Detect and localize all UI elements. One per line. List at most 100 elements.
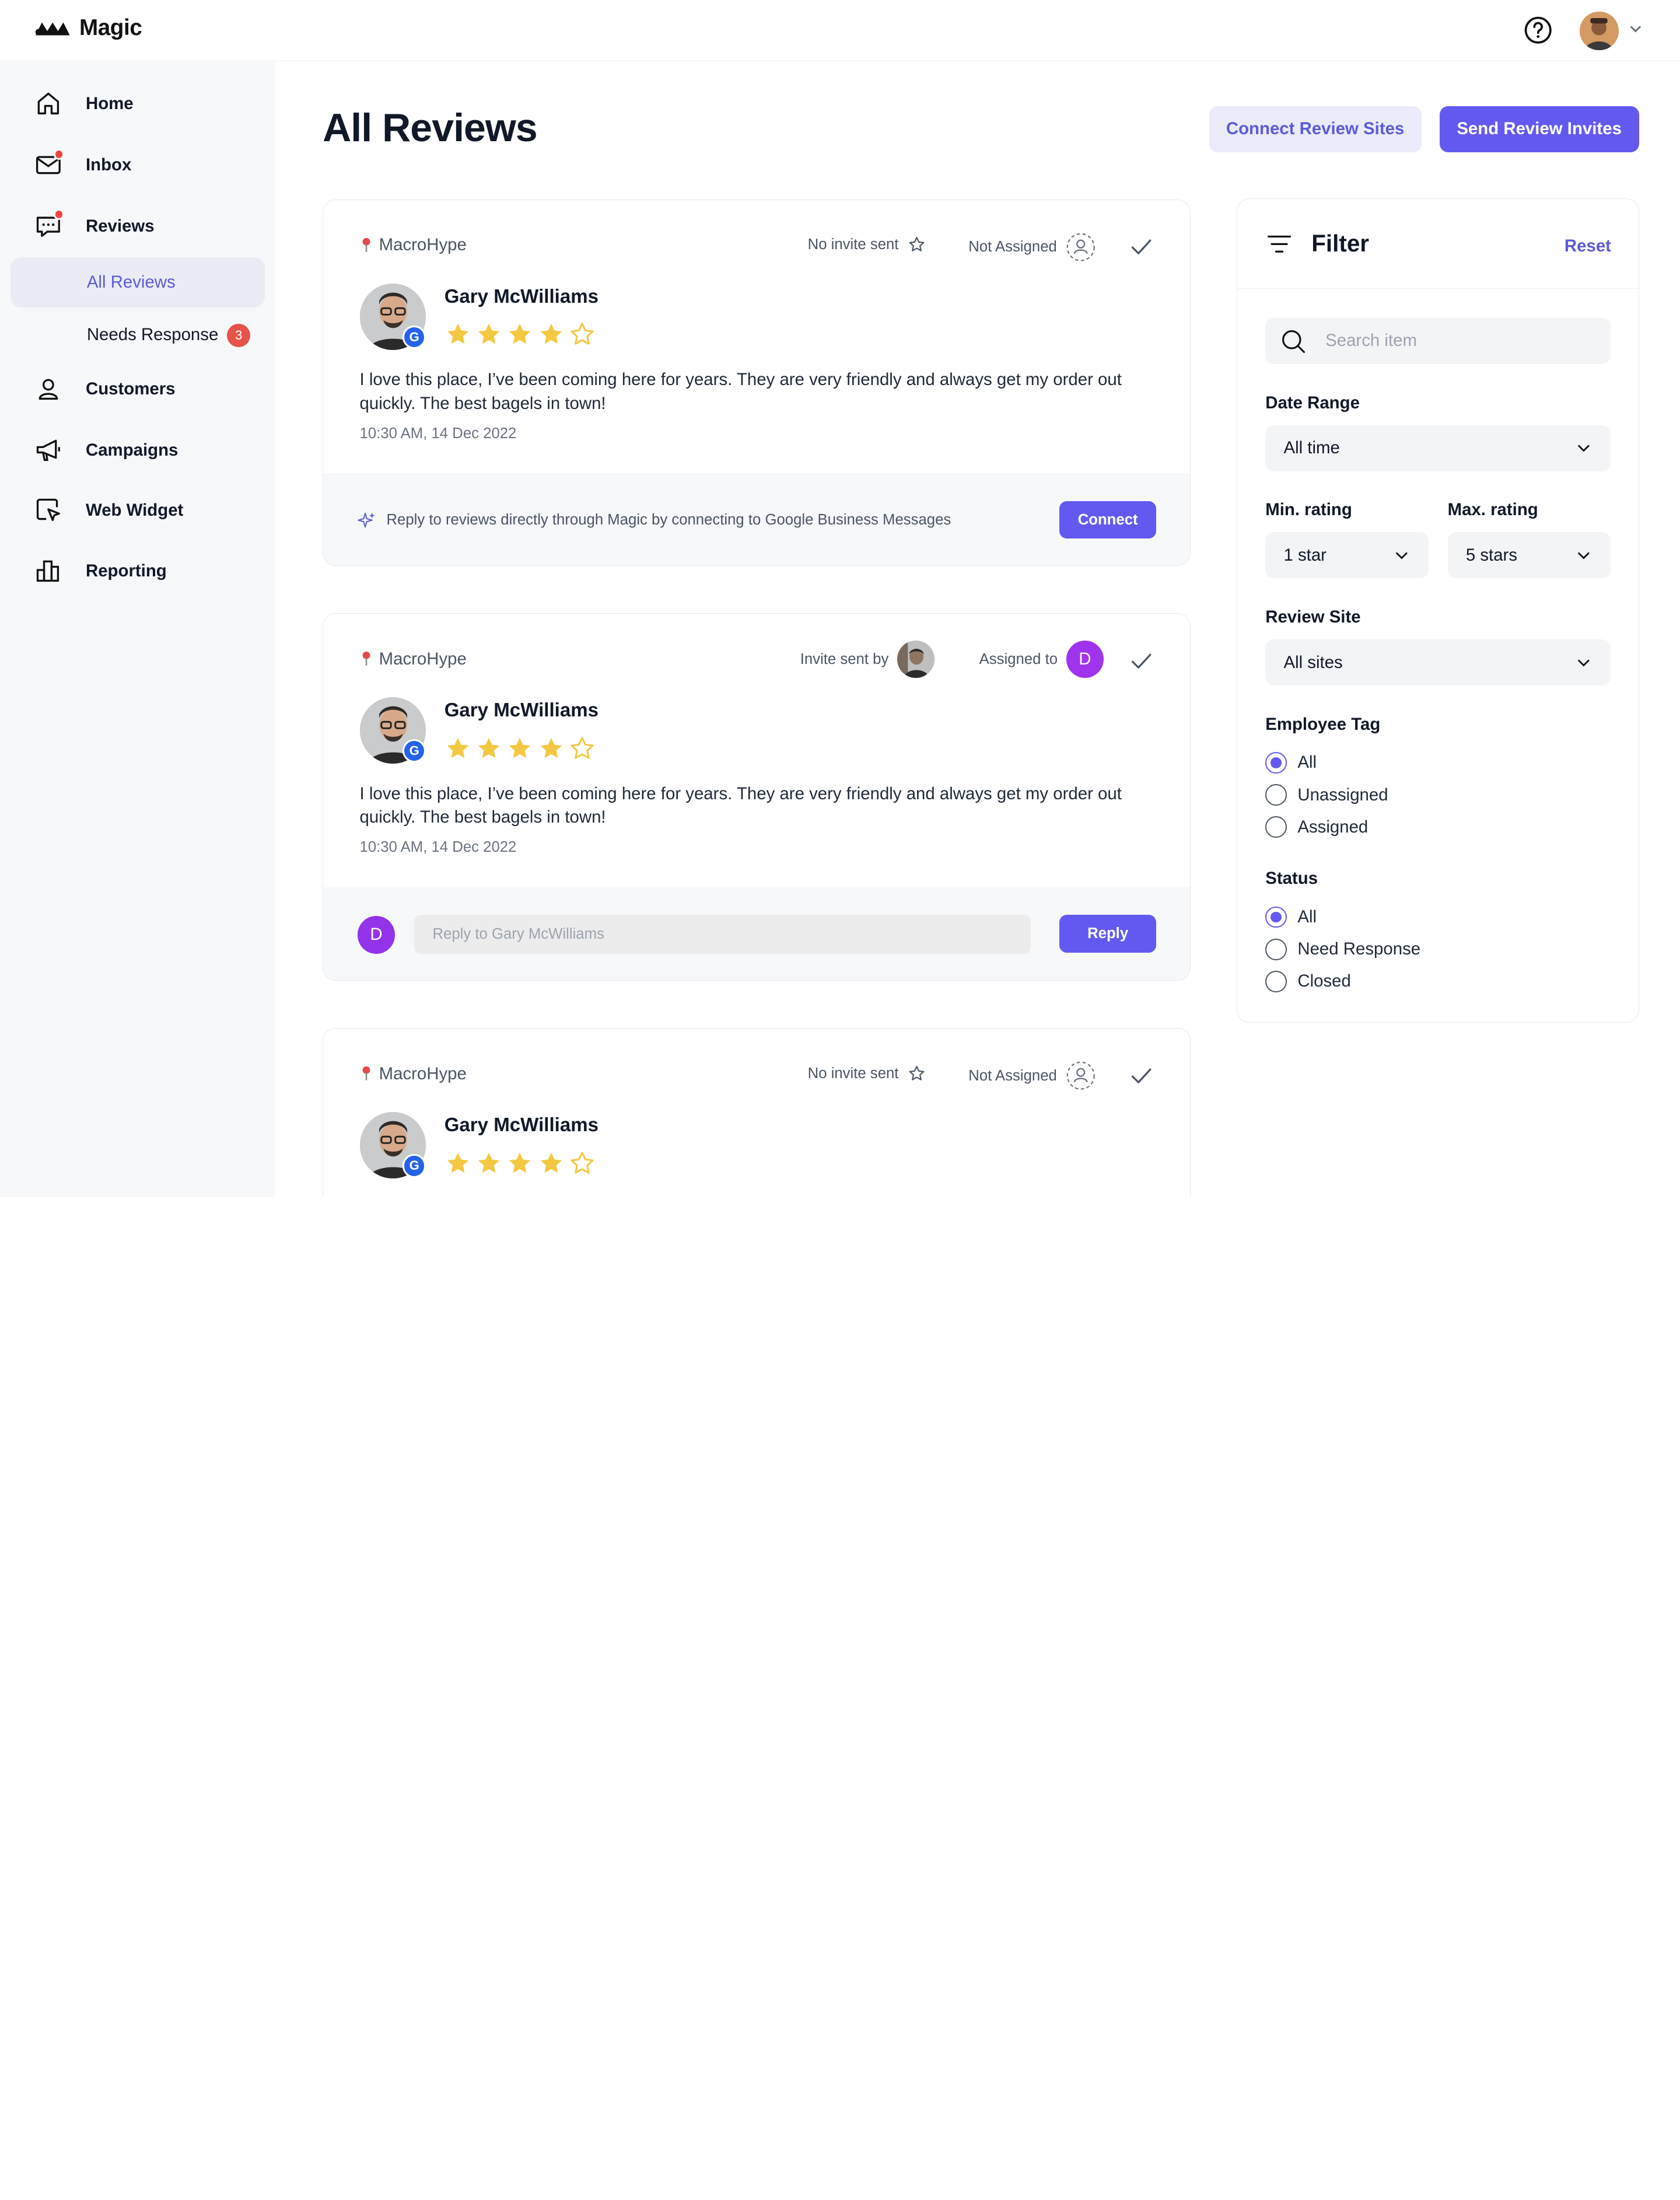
assignment-status[interactable]: Assigned to D — [979, 640, 1104, 678]
chart-icon — [36, 561, 59, 582]
radio-label: All — [1297, 907, 1317, 927]
filter-icon — [1268, 235, 1292, 253]
subnav-all-reviews[interactable]: All Reviews — [87, 272, 176, 292]
invite-status[interactable]: No invite sent — [808, 235, 927, 254]
location-name: MacroHype — [379, 1064, 467, 1083]
star-filled-icon — [447, 1152, 468, 1173]
mark-resolved-check-icon[interactable] — [1129, 649, 1153, 673]
reply-input[interactable] — [414, 915, 1031, 954]
review-card: MacroHype No invite sent Not Assigned G … — [323, 199, 1191, 566]
pointer-icon — [36, 498, 60, 521]
chevron-down-icon — [1578, 552, 1590, 559]
sidebar-item-campaigns[interactable]: Campaigns — [34, 429, 178, 472]
radio-label: Unassigned — [1297, 785, 1388, 805]
google-badge-icon: G — [402, 325, 426, 349]
home-icon — [37, 93, 59, 115]
unassigned-user-icon — [1066, 233, 1095, 261]
sidebar-item-reporting[interactable]: Reporting — [34, 550, 167, 593]
sidebar-item-reviews[interactable]: Reviews — [34, 205, 155, 248]
count-badge: 3 — [226, 323, 251, 348]
reviewer-name: Gary McWilliams — [444, 1114, 599, 1136]
min-rating-select[interactable]: 1 star — [1265, 532, 1429, 579]
user-avatar[interactable] — [1580, 12, 1619, 51]
connect-review-sites-button[interactable]: Connect Review Sites — [1209, 106, 1422, 152]
invite-status-text: Invite sent by — [800, 650, 889, 667]
mark-resolved-check-icon[interactable] — [1129, 1064, 1153, 1087]
megaphone-icon — [36, 439, 60, 461]
review-card: MacroHype No invite sent Not Assigned G … — [323, 1028, 1191, 1197]
sidebar-item-inbox[interactable]: Inbox — [34, 144, 132, 187]
radio-unchecked — [1265, 784, 1287, 806]
employee-tag-label: Employee Tag — [1265, 714, 1381, 734]
min-rating-label: Min. rating — [1265, 500, 1352, 520]
invite-status[interactable]: No invite sent — [808, 1064, 927, 1083]
star-filled-icon — [540, 737, 562, 758]
sidebar-item-home[interactable]: Home — [34, 82, 134, 125]
invite-status-text: No invite sent — [807, 1065, 899, 1082]
review-location: MacroHype — [360, 649, 467, 669]
chevron-down-icon — [1578, 445, 1590, 452]
invite-status[interactable]: Invite sent by — [800, 640, 935, 678]
location-pin-icon — [362, 1066, 370, 1080]
date-range-select[interactable]: All time — [1265, 425, 1611, 471]
brand-logo[interactable]: Magic — [34, 15, 142, 41]
employee-option-all[interactable]: All — [1265, 752, 1317, 774]
star-filled-icon — [540, 1152, 562, 1173]
mark-resolved-check-icon[interactable] — [1129, 235, 1153, 258]
sidebar-item-label: Home — [85, 94, 134, 114]
sidebar-item-label: Campaigns — [85, 440, 178, 460]
status-option-need-response[interactable]: Need Response — [1265, 938, 1421, 960]
date-range-label: Date Range — [1265, 393, 1360, 412]
reset-button[interactable]: Reset — [1564, 236, 1611, 256]
star-outline-icon — [909, 1065, 925, 1080]
sidebar-item-customers[interactable]: Customers — [34, 368, 176, 411]
radio-label: All — [1297, 753, 1317, 772]
star-filled-icon — [509, 737, 531, 758]
unread-dot — [53, 209, 65, 220]
sidebar-item-label: Customers — [85, 379, 176, 398]
assignment-text: Assigned to — [979, 650, 1058, 667]
send-review-invites-button[interactable]: Send Review Invites — [1439, 106, 1639, 152]
review-location: MacroHype — [360, 1064, 467, 1084]
sidebar-item-label: Reporting — [85, 561, 167, 581]
reply-button[interactable]: Reply — [1059, 915, 1156, 953]
connect-button[interactable]: Connect — [1059, 501, 1156, 539]
star-filled-icon — [540, 324, 562, 344]
sidebar-item-label: Inbox — [85, 155, 132, 174]
top-bar: Magic — [0, 0, 1680, 61]
location-pin-icon — [362, 651, 370, 666]
radio-unchecked — [1265, 970, 1287, 992]
review-timestamp: 10:30 AM, 14 Dec 2022 — [359, 838, 517, 855]
review-site-label: Review Site — [1265, 607, 1361, 627]
google-badge-icon: G — [402, 739, 426, 763]
assignment-status[interactable]: Not Assigned — [968, 232, 1096, 262]
sidebar: Home Inbox Reviews All Reviews Needs Res… — [0, 61, 276, 1197]
employee-option-unassigned[interactable]: Unassigned — [1265, 784, 1388, 806]
sidebar-item-web-widget[interactable]: Web Widget — [34, 489, 183, 532]
reply-footer: D Reply — [323, 887, 1191, 981]
unassigned-user-icon — [1066, 1061, 1095, 1090]
sidebar-item-label: Reviews — [85, 216, 155, 236]
status-label: Status — [1265, 869, 1318, 889]
star-rating — [444, 321, 596, 348]
search-input[interactable] — [1265, 317, 1611, 364]
radio-label: Need Response — [1297, 939, 1421, 959]
status-option-all[interactable]: All — [1265, 906, 1317, 928]
assignment-text: Not Assigned — [968, 239, 1057, 256]
employee-option-assigned[interactable]: Assigned — [1265, 816, 1368, 838]
star-filled-icon — [509, 324, 531, 344]
subnav-needs-response[interactable]: Needs Response 3 — [87, 323, 251, 348]
user-icon — [38, 379, 58, 400]
sparkle-icon — [358, 512, 375, 528]
app-root: Magic Home Inbox Reviews All Reviews Nee… — [0, 0, 1680, 1197]
review-site-select[interactable]: All sites — [1265, 639, 1611, 686]
star-filled-icon — [509, 1152, 531, 1173]
help-icon[interactable] — [1523, 15, 1553, 45]
assignment-status[interactable]: Not Assigned — [968, 1061, 1096, 1090]
review-text: I love this place, I’ve been coming here… — [359, 784, 1122, 827]
max-rating-select[interactable]: 5 stars — [1447, 532, 1611, 579]
status-option-closed[interactable]: Closed — [1265, 970, 1351, 992]
chevron-down-icon[interactable] — [1628, 22, 1643, 37]
connect-hint: Reply to reviews directly through Magic … — [358, 511, 951, 529]
location-pin-icon — [362, 237, 370, 252]
